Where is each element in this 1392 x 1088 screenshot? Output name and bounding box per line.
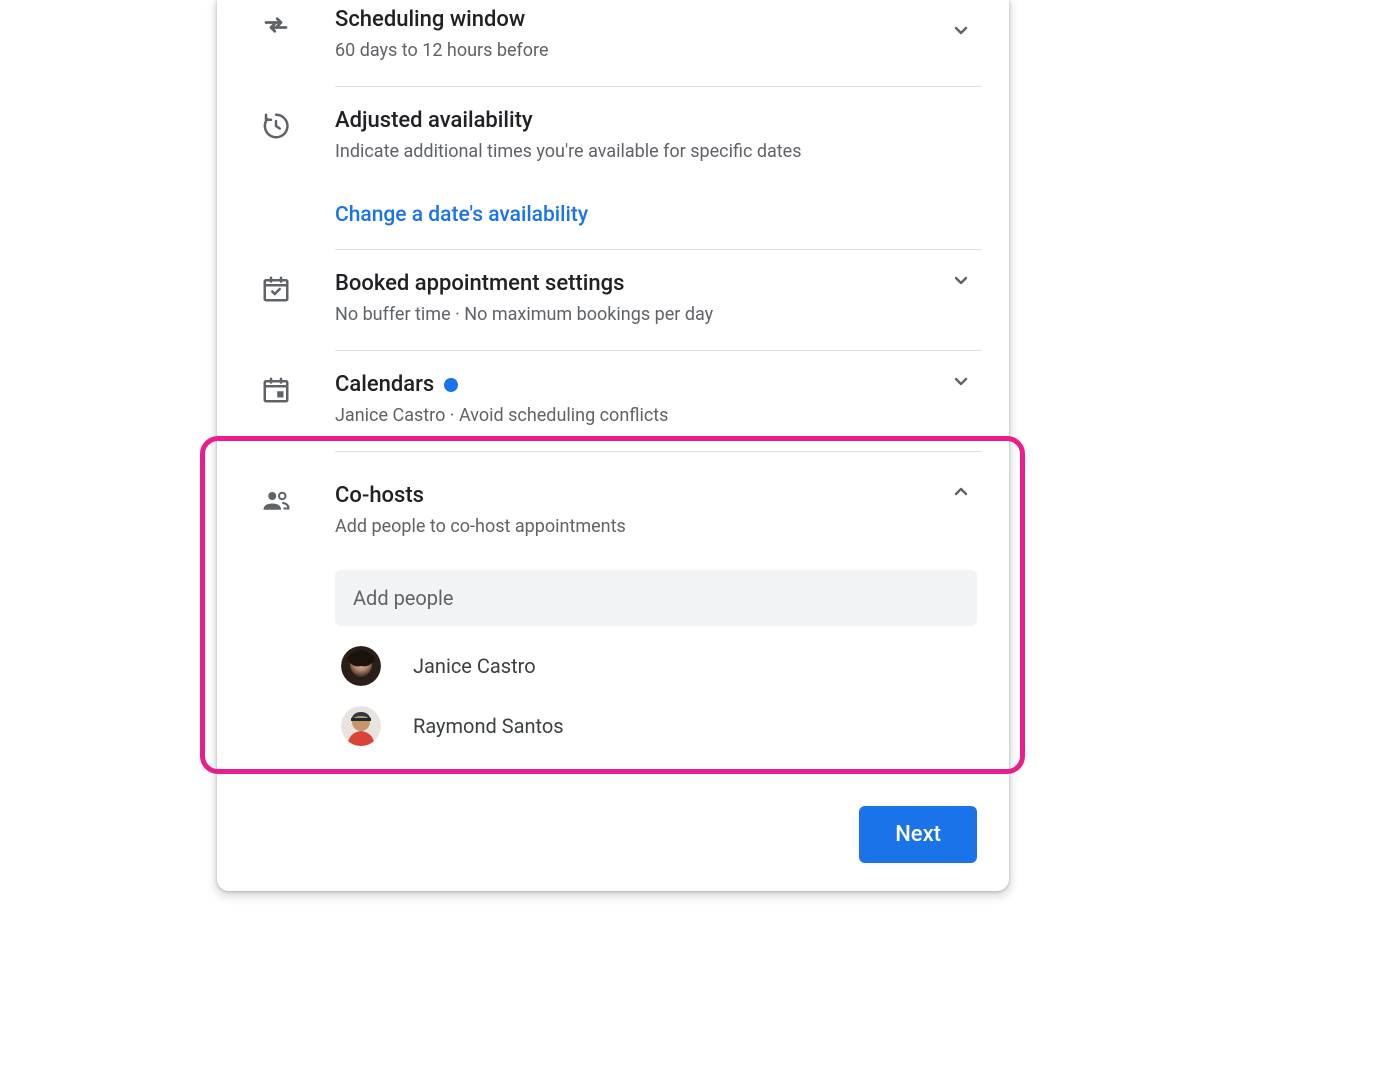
chevron-up-icon[interactable] — [949, 480, 973, 504]
people-icon — [261, 486, 291, 516]
add-people-input[interactable] — [335, 570, 977, 626]
booked-settings-title: Booked appointment settings — [335, 270, 981, 298]
scheduling-window-title: Scheduling window — [335, 6, 981, 34]
calendars-title: Calendars — [335, 371, 981, 399]
next-button[interactable]: Next — [859, 806, 977, 863]
scheduling-window-subtitle: 60 days to 12 hours before — [335, 38, 981, 64]
cohost-list-item[interactable]: Janice Castro — [335, 646, 981, 686]
calendar-day-icon — [261, 375, 291, 405]
adjusted-availability-subtitle: Indicate additional times you're availab… — [335, 139, 981, 165]
section-calendars[interactable]: Calendars Janice Castro · Avoid scheduli… — [217, 351, 1009, 452]
adjusted-availability-title: Adjusted availability — [335, 107, 981, 135]
card-footer: Next — [217, 778, 1009, 863]
chevron-down-icon[interactable] — [949, 268, 973, 292]
avatar — [341, 706, 381, 746]
cohost-list-item[interactable]: Raymond Santos — [335, 706, 981, 746]
chevron-down-icon[interactable] — [949, 369, 973, 393]
change-date-availability-link[interactable]: Change a date's availability — [335, 203, 588, 227]
calendars-subtitle: Janice Castro · Avoid scheduling conflic… — [335, 403, 981, 429]
section-booked-settings[interactable]: Booked appointment settings No buffer ti… — [217, 250, 1009, 351]
cohost-name: Janice Castro — [413, 654, 536, 678]
cohosts-subtitle: Add people to co-host appointments — [335, 514, 981, 540]
blue-dot-indicator-icon — [444, 378, 458, 392]
avatar — [341, 646, 381, 686]
section-cohosts: Co-hosts Add people to co-host appointme… — [217, 452, 1009, 778]
calendar-check-icon — [261, 274, 291, 304]
chevron-down-icon[interactable] — [949, 18, 973, 42]
swap-arrows-icon — [261, 10, 291, 40]
clock-update-icon — [261, 111, 291, 141]
cohost-name: Raymond Santos — [413, 714, 564, 738]
settings-card: Scheduling window 60 days to 12 hours be… — [217, 0, 1009, 891]
calendars-title-text: Calendars — [335, 371, 434, 399]
section-adjusted-availability: Adjusted availability Indicate additiona… — [217, 87, 1009, 250]
cohosts-title: Co-hosts — [335, 482, 981, 510]
section-scheduling-window[interactable]: Scheduling window 60 days to 12 hours be… — [217, 0, 1009, 87]
booked-settings-subtitle: No buffer time · No maximum bookings per… — [335, 302, 981, 328]
